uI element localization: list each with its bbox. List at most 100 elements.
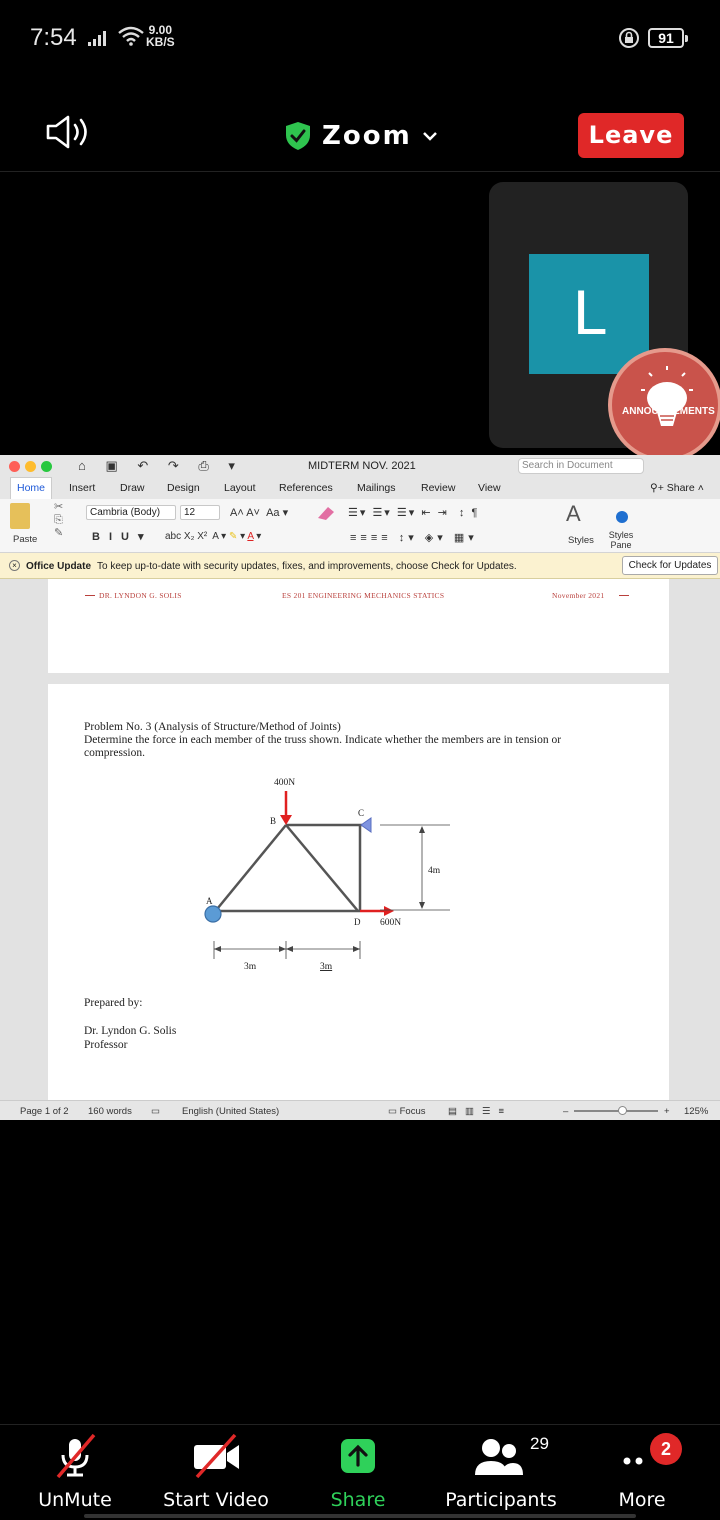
unmute-label: UnMute <box>38 1489 112 1511</box>
label-height: 4m <box>428 866 441 876</box>
roller-support-c <box>360 817 372 833</box>
font-name-select[interactable]: Cambria (Body) <box>86 505 176 520</box>
paste-icon[interactable] <box>10 503 30 529</box>
styles-pane-label[interactable]: Styles Pane <box>606 530 636 550</box>
tab-design[interactable]: Design <box>167 482 200 494</box>
format-extra-icons[interactable]: abc X₂ X² A ▾ ✎ ▾ A ▾ <box>165 531 261 542</box>
zoom-out-icon[interactable]: – <box>563 1106 568 1117</box>
lightbulb-icon <box>641 366 693 426</box>
word-status-bar: Page 1 of 2 160 words ▭ English (United … <box>0 1100 720 1120</box>
label-span-1: 3m <box>244 962 257 972</box>
prepared-by: Prepared by: <box>84 997 143 1009</box>
author-name: Dr. Lyndon G. Solis <box>84 1025 177 1037</box>
more-badge: 2 <box>650 1433 682 1465</box>
paste-label: Paste <box>13 534 38 545</box>
zoom-slider[interactable] <box>574 1110 658 1112</box>
zoom-slider-thumb[interactable] <box>618 1106 627 1115</box>
author-title: Professor <box>84 1039 128 1051</box>
badge-text: ANNOUNCEMENTS <box>622 406 715 417</box>
alignment-buttons[interactable]: ≡≡≡≡ ↕▾ ◈▾ ▦▾ <box>350 531 478 544</box>
label-load-b: 400N <box>274 778 295 788</box>
dim-arrow <box>353 946 360 952</box>
view-mode-icons[interactable]: ▤▥☰≡ <box>448 1106 512 1117</box>
battery-icon: 91 <box>648 28 688 48</box>
tab-draw[interactable]: Draw <box>120 482 145 494</box>
ribbon-tabs: Home Insert Draw Design Layout Reference… <box>0 477 720 499</box>
pin-support-a <box>204 905 222 923</box>
rotation-lock-icon <box>619 28 639 48</box>
more-button[interactable]: More <box>572 1431 712 1511</box>
share-button[interactable]: Share <box>288 1431 428 1511</box>
unmute-button[interactable]: UnMute <box>5 1431 145 1511</box>
font-size-arrows-icon[interactable]: A˄ A˅ Aa ▾ <box>230 506 288 519</box>
truss-diagram: 400N B C A D 600N 4m 3m 3m <box>204 778 450 972</box>
member-bd <box>285 824 359 912</box>
close-window-icon[interactable] <box>9 461 20 472</box>
dim-arrow <box>214 946 221 952</box>
shield-check-icon <box>286 122 310 150</box>
clear-format-icon[interactable] <box>314 504 338 522</box>
search-document-input[interactable]: Search in Document <box>518 458 644 474</box>
zoom-in-icon[interactable]: + <box>664 1106 670 1117</box>
share-arrow-icon <box>341 1439 375 1473</box>
more-label: More <box>618 1489 666 1511</box>
tab-review[interactable]: Review <box>421 482 455 494</box>
home-indicator[interactable] <box>84 1514 636 1518</box>
word-count[interactable]: 160 words <box>88 1106 132 1117</box>
share-button[interactable]: ⚲+ Share ˄ <box>650 482 704 494</box>
update-body: To keep up-to-date with security updates… <box>97 561 517 572</box>
styles-pane-icon[interactable] <box>616 511 628 523</box>
clock: 7:54 <box>30 24 77 51</box>
quick-access-icons[interactable]: ⌂ ▣ ↶ ↷ ⎙ ▾ <box>78 458 243 474</box>
dim-arrow-up <box>419 826 425 833</box>
focus-label: Focus <box>399 1106 426 1117</box>
zoom-level[interactable]: 125% <box>684 1106 708 1117</box>
format-buttons[interactable]: BIU▾ <box>92 530 152 543</box>
update-title: Office Update <box>26 561 92 572</box>
language[interactable]: English (United States) <box>182 1106 279 1117</box>
tab-mailings[interactable]: Mailings <box>357 482 396 494</box>
mic-muted-icon <box>56 1433 96 1479</box>
styles-label[interactable]: Styles <box>568 535 594 546</box>
leave-button[interactable]: Leave <box>578 113 684 158</box>
maximize-window-icon[interactable] <box>41 461 52 472</box>
label-span-2: 3m <box>320 962 333 972</box>
label-node-b: B <box>270 816 276 826</box>
status-bar: 7:54 9.00 KB/S 91 <box>0 0 720 76</box>
wifi-icon <box>118 26 144 46</box>
page-count[interactable]: Page 1 of 2 <box>20 1106 69 1117</box>
announcements-badge[interactable]: ANNOUNCEMENTS <box>612 352 720 470</box>
focus-button[interactable]: ▭ Focus <box>388 1106 426 1117</box>
tab-references[interactable]: References <box>279 482 333 494</box>
minimize-window-icon[interactable] <box>25 461 36 472</box>
load-arrowhead-d <box>384 906 394 916</box>
check-updates-button[interactable]: Check for Updates <box>622 556 718 575</box>
meeting-title-button[interactable]: Zoom <box>284 118 438 154</box>
proofing-icon[interactable]: ▭ <box>151 1106 160 1117</box>
page-1: DR. LYNDON G. SOLIS ES 201 ENGINEERING M… <box>48 579 669 673</box>
update-notification: × Office Update To keep up-to-date with s… <box>0 553 720 579</box>
tab-home[interactable]: Home <box>10 477 53 499</box>
styles-icon[interactable]: A <box>566 501 581 527</box>
shared-screen: ⌂ ▣ ↶ ↷ ⎙ ▾ MIDTERM NOV. 2021 Search in … <box>0 455 720 1120</box>
font-size-select[interactable]: 12 <box>180 505 220 520</box>
clipboard-icons[interactable]: ✂ ⎘ ✎ <box>54 501 63 540</box>
participants-button[interactable]: Participants <box>431 1431 571 1511</box>
problem-line-1: Determine the force in each member of th… <box>84 734 562 746</box>
member-ab <box>212 824 287 915</box>
tab-insert[interactable]: Insert <box>69 482 95 494</box>
list-buttons[interactable]: ☰▾ ☰▾ ☰▾ ⇤ ⇥ ↕ ¶ <box>348 506 479 519</box>
tab-view[interactable]: View <box>478 482 501 494</box>
close-notification-icon[interactable]: × <box>9 560 20 571</box>
label-node-d: D <box>354 917 361 927</box>
network-speed: 9.00 KB/S <box>146 24 175 48</box>
problem-line-2: compression. <box>84 747 146 759</box>
header-rule <box>85 595 95 596</box>
meeting-title: Zoom <box>322 121 412 151</box>
start-video-button[interactable]: Start Video <box>146 1431 286 1511</box>
label-load-d: 600N <box>380 918 401 928</box>
word-titlebar: ⌂ ▣ ↶ ↷ ⎙ ▾ MIDTERM NOV. 2021 Search in … <box>0 455 720 477</box>
load-arrowhead-b <box>280 815 292 825</box>
speaker-icon[interactable] <box>44 114 94 150</box>
tab-layout[interactable]: Layout <box>224 482 256 494</box>
